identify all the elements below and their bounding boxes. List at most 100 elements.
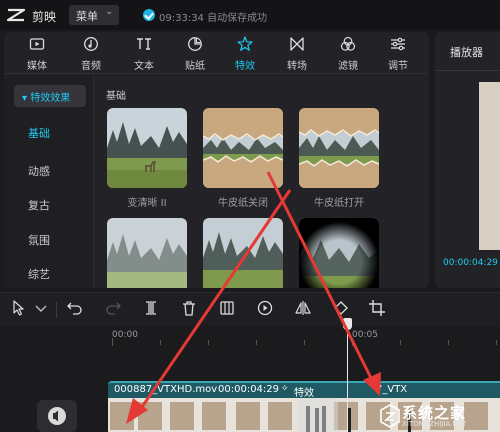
playhead-handle[interactable] bbox=[343, 318, 352, 330]
tab-text[interactable]: 文本 bbox=[119, 32, 169, 74]
sparkle-icon: ✧ bbox=[281, 384, 289, 394]
watermark-url: XITONGZHIJIA.NET bbox=[402, 420, 467, 428]
sidebar-item-retro[interactable]: 复古 bbox=[28, 197, 50, 213]
trash-icon bbox=[183, 301, 195, 316]
menu-label: 菜单 bbox=[76, 10, 98, 23]
ruler-label: 00:05 bbox=[352, 330, 378, 340]
effect-tile-kraft-open[interactable] bbox=[299, 108, 379, 188]
clip-second-name: 7_VTX bbox=[376, 384, 408, 395]
text-icon bbox=[119, 36, 169, 56]
mute-track-button[interactable] bbox=[37, 400, 77, 432]
player-panel: 播放器 00:00:04:29 bbox=[435, 32, 500, 288]
ruler-label: 00:00 bbox=[112, 330, 138, 340]
vignette-thumbnail bbox=[299, 218, 379, 288]
clip-filename: 000887_VTXHD.mov bbox=[114, 384, 218, 395]
tab-text-label: 文本 bbox=[134, 61, 154, 72]
undo-icon bbox=[67, 302, 82, 315]
undo-button[interactable] bbox=[66, 299, 88, 321]
ruler-tick bbox=[400, 340, 401, 345]
ruler-tick bbox=[304, 340, 305, 345]
effects-icon bbox=[220, 36, 270, 56]
tab-adjust[interactable]: 调节 bbox=[373, 32, 423, 74]
autosave-status: 09:33:34 自动保存成功 bbox=[159, 13, 268, 24]
ruler-tick bbox=[160, 340, 161, 345]
speaker-icon bbox=[48, 407, 66, 425]
tab-media-label: 媒体 bbox=[27, 61, 47, 72]
effect-tile-vignette[interactable] bbox=[299, 218, 379, 288]
capcut-logo-icon bbox=[6, 6, 26, 24]
select-tool-dropdown[interactable] bbox=[32, 299, 47, 321]
timeline-toolbar bbox=[0, 292, 500, 326]
adjust-icon bbox=[373, 36, 423, 56]
split-icon bbox=[146, 301, 156, 315]
landscape-thumbnail bbox=[203, 218, 283, 288]
category-toolbar: 媒体 音频 文本 贴纸 特效 转场 滤镜 调节 bbox=[4, 32, 429, 74]
kraft-paper-thumbnail bbox=[203, 108, 283, 188]
clip-duration: 00:00:04:29 bbox=[218, 384, 280, 395]
freeze-frame-icon bbox=[220, 301, 234, 315]
filter-icon bbox=[323, 36, 373, 56]
transition-icon bbox=[272, 36, 322, 56]
tab-transition[interactable]: 转场 bbox=[272, 32, 322, 74]
tab-audio[interactable]: 音频 bbox=[66, 32, 116, 74]
clip-header: 000887_VTXHD.mov 00:00:04:29 ✧ 特效 7_VTX bbox=[108, 383, 500, 399]
delete-button[interactable] bbox=[180, 299, 202, 321]
materials-panel: 媒体 音频 文本 贴纸 特效 转场 滤镜 调节 ▾ 特效效果 基础 动感 复古 … bbox=[4, 32, 429, 288]
play-reverse-button[interactable] bbox=[256, 299, 278, 321]
tab-effects[interactable]: 特效 bbox=[220, 32, 270, 74]
sidebar-item-dynamic[interactable]: 动感 bbox=[28, 163, 50, 179]
check-circle-icon bbox=[143, 9, 155, 21]
tab-sticker-label: 贴纸 bbox=[185, 61, 205, 72]
watermark-logo-icon bbox=[380, 404, 400, 428]
ruler-tick bbox=[208, 340, 209, 345]
tab-transition-label: 转场 bbox=[287, 61, 307, 72]
effect-tile-foggy[interactable] bbox=[107, 218, 187, 288]
playhead[interactable] bbox=[347, 318, 348, 432]
mirror-icon bbox=[295, 301, 311, 315]
ruler-tick bbox=[352, 338, 353, 346]
effect-tile-label: 变清晰 II bbox=[127, 198, 167, 209]
watermark: 系统之家 XITONGZHIJIA.NET bbox=[380, 402, 498, 430]
rotate-icon bbox=[334, 301, 348, 315]
sidebar-item-variety[interactable]: 综艺 bbox=[28, 266, 50, 282]
sidebar-item-basic[interactable]: 基础 bbox=[28, 125, 50, 141]
kraft-paper-thumbnail bbox=[299, 108, 379, 188]
chevron-down-icon bbox=[35, 305, 47, 312]
replay-icon bbox=[257, 300, 273, 316]
crop-button[interactable] bbox=[368, 299, 390, 321]
split-button[interactable] bbox=[142, 299, 164, 321]
audio-icon bbox=[66, 36, 116, 56]
ruler-tick bbox=[112, 338, 113, 346]
cursor-icon bbox=[13, 300, 24, 316]
ruler-tick bbox=[448, 340, 449, 345]
effect-tile-mist[interactable] bbox=[203, 218, 283, 288]
video-preview[interactable] bbox=[479, 82, 500, 250]
tab-filter-label: 滤镜 bbox=[338, 61, 358, 72]
title-bar: 剪映 菜单 ⌄ 09:33:34 自动保存成功 bbox=[0, 0, 500, 30]
freeze-frame-button[interactable] bbox=[218, 299, 240, 321]
sticker-icon bbox=[170, 36, 220, 56]
tab-adjust-label: 调节 bbox=[388, 61, 408, 72]
crop-icon bbox=[369, 300, 385, 316]
effect-tile-label: 牛皮纸打开 bbox=[314, 198, 364, 209]
chevron-down-icon: ⌄ bbox=[105, 7, 113, 17]
select-tool-button[interactable] bbox=[10, 299, 32, 321]
tab-filter[interactable]: 滤镜 bbox=[323, 32, 373, 74]
sidebar-item-atmosphere[interactable]: 氛围 bbox=[28, 232, 50, 248]
effects-sidebar: ▾ 特效效果 基础 动感 复古 氛围 综艺 bbox=[4, 75, 94, 288]
timeline-ruler[interactable]: 00:00 00:05 bbox=[0, 326, 500, 348]
menu-dropdown[interactable]: 菜单 ⌄ bbox=[69, 5, 119, 25]
landscape-thumbnail bbox=[107, 108, 187, 188]
media-icon bbox=[12, 36, 62, 56]
sidebar-header[interactable]: ▾ 特效效果 bbox=[14, 85, 86, 107]
tab-sticker[interactable]: 贴纸 bbox=[170, 32, 220, 74]
redo-button[interactable] bbox=[104, 299, 126, 321]
effect-tile-label: 牛皮纸关闭 bbox=[218, 198, 268, 209]
divider bbox=[435, 70, 500, 71]
player-timecode: 00:00:04:29 bbox=[443, 258, 498, 268]
effect-tile-kraft-close[interactable] bbox=[203, 108, 283, 188]
tab-media[interactable]: 媒体 bbox=[12, 32, 62, 74]
effect-tile-clearer[interactable] bbox=[107, 108, 187, 188]
clip-effect-label: 特效 bbox=[294, 388, 314, 399]
mirror-button[interactable] bbox=[294, 299, 316, 321]
